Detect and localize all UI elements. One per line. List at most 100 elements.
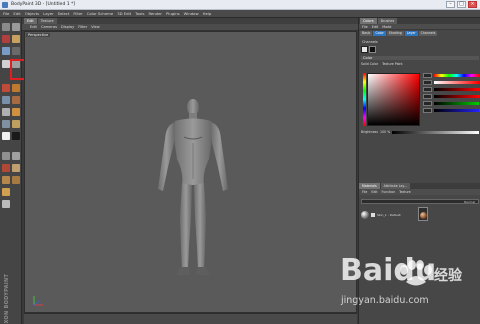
maxon-logo: MAXON BODYPAINT 3D [4,273,10,324]
points-icon[interactable] [12,176,20,184]
menu-file[interactable]: File [3,11,9,16]
materials-menu: File Edit Function Texture [359,189,480,195]
brush-icon[interactable] [2,84,10,92]
tab-materials[interactable]: Materials [359,183,380,189]
redo-icon[interactable] [12,23,20,31]
slider-row [423,93,479,100]
lasso-icon[interactable] [12,120,20,128]
view-icon[interactable] [2,152,10,160]
subtab-channels[interactable]: Channels [418,30,438,36]
value-field[interactable] [423,73,432,78]
red-slider[interactable] [434,95,479,98]
eraser-icon[interactable] [2,96,10,104]
green-slider[interactable] [434,102,479,105]
menu-help[interactable]: Help [203,11,212,16]
subtab-layer[interactable]: Layer [404,30,418,36]
slider-row [423,72,479,79]
grid-icon[interactable] [2,200,10,208]
smudge-icon[interactable] [12,108,20,116]
visibility-icon[interactable] [371,213,375,217]
hue-slider[interactable] [434,74,479,77]
3d-viewport[interactable]: Perspective [24,31,357,313]
edges-icon[interactable] [2,176,10,184]
panel-menu-edit[interactable]: Edit [372,25,379,29]
view-menu-display[interactable]: Display [61,25,74,29]
value-slider[interactable] [434,88,479,91]
slider-row [423,107,479,114]
fill-icon[interactable] [12,96,20,104]
subtab-shading[interactable]: Shading [386,30,404,36]
tab-brushes[interactable]: Brushes [377,18,398,24]
subtab-color[interactable]: Color [373,30,386,36]
material-search-input[interactable]: Normal [361,199,479,204]
menu-window[interactable]: Window [184,11,199,16]
value-field[interactable] [423,108,432,113]
color-picker-field[interactable] [367,73,420,126]
slider-row [423,86,479,93]
menu-edit[interactable]: Edit [13,11,20,16]
value-field[interactable] [423,94,432,99]
uv-icon[interactable] [2,164,10,172]
selection-icon[interactable] [2,120,10,128]
color-swatch-dark-icon[interactable] [12,132,20,140]
layout-icon[interactable] [2,47,10,55]
wizard-icon[interactable] [12,35,20,43]
brightness-slider[interactable] [392,130,479,134]
mat-menu-function[interactable]: Function [382,190,396,194]
title-bar: BodyPaint 3D - [Untitled 1 *] – □ × [0,0,480,10]
value-field[interactable] [423,87,432,92]
material-item[interactable]: Skin_1 : Default [361,211,401,219]
tab-colors[interactable]: Colors [360,18,377,24]
pencil-icon[interactable] [12,84,20,92]
light-icon[interactable] [2,188,10,196]
mat-menu-edit[interactable]: Edit [371,190,377,194]
zoom-icon[interactable] [12,152,20,160]
value-field[interactable] [423,80,432,85]
brightness-value[interactable]: 100 % [380,130,390,134]
render-icon[interactable] [12,47,20,55]
texture-icon[interactable] [2,35,10,43]
watermark-url: jingyan.baidu.com [341,295,429,306]
projection-icon[interactable] [2,60,10,68]
value-field[interactable] [423,101,432,106]
close-button[interactable]: × [468,1,477,8]
brightness-label: Brightness [361,130,378,134]
maximize-button[interactable]: □ [457,1,466,8]
mode-solid-color[interactable]: Solid Color [361,62,378,66]
mat-menu-texture[interactable]: Texture [399,190,411,194]
saturation-slider[interactable] [434,81,479,84]
blend-mode-select[interactable]: Normal [464,200,475,204]
panel-menu-file[interactable]: File [362,25,368,29]
menu-filter[interactable]: Filter [73,11,82,16]
panel-menu-mode[interactable]: Mode [382,25,391,29]
tab-attribute-layer[interactable]: Attribute Lay... [380,183,410,189]
menu-select[interactable]: Select [58,11,70,16]
mat-menu-file[interactable]: File [362,190,367,194]
material-thumbnail[interactable] [418,207,428,221]
view-menu-filter[interactable]: Filter [78,25,87,29]
subtab-basic[interactable]: Basic [360,30,373,36]
menu-3d-edit[interactable]: 3D Edit [117,11,131,16]
clone-icon[interactable] [2,108,10,116]
color-swatches[interactable] [361,46,376,53]
menu-objects[interactable]: Objects [25,11,39,16]
mode-texture-paint[interactable]: Texture Paint [382,62,403,66]
menu-tools[interactable]: Tools [135,11,144,16]
view-menu-cameras[interactable]: Cameras [41,25,57,29]
hue-strip[interactable] [363,73,366,126]
view-menu-view[interactable]: View [91,25,100,29]
minimize-button[interactable]: – [446,1,455,8]
polygon-icon[interactable] [12,164,20,172]
view-menu-edit[interactable]: Edit [30,25,37,29]
menu-plugins[interactable]: Plugins [166,11,180,16]
human-model[interactable] [153,97,233,282]
undo-icon[interactable] [2,23,10,31]
menu-color-scheme[interactable]: Color Scheme [87,11,113,16]
menu-render[interactable]: Render [148,11,162,16]
background-swatch[interactable] [369,46,376,53]
foreground-swatch[interactable] [361,46,368,53]
menu-layer[interactable]: Layer [43,11,54,16]
blue-slider[interactable] [434,109,479,112]
color-swatch-icon[interactable] [2,132,10,140]
brightness-row: Brightness 100 % [361,129,479,135]
